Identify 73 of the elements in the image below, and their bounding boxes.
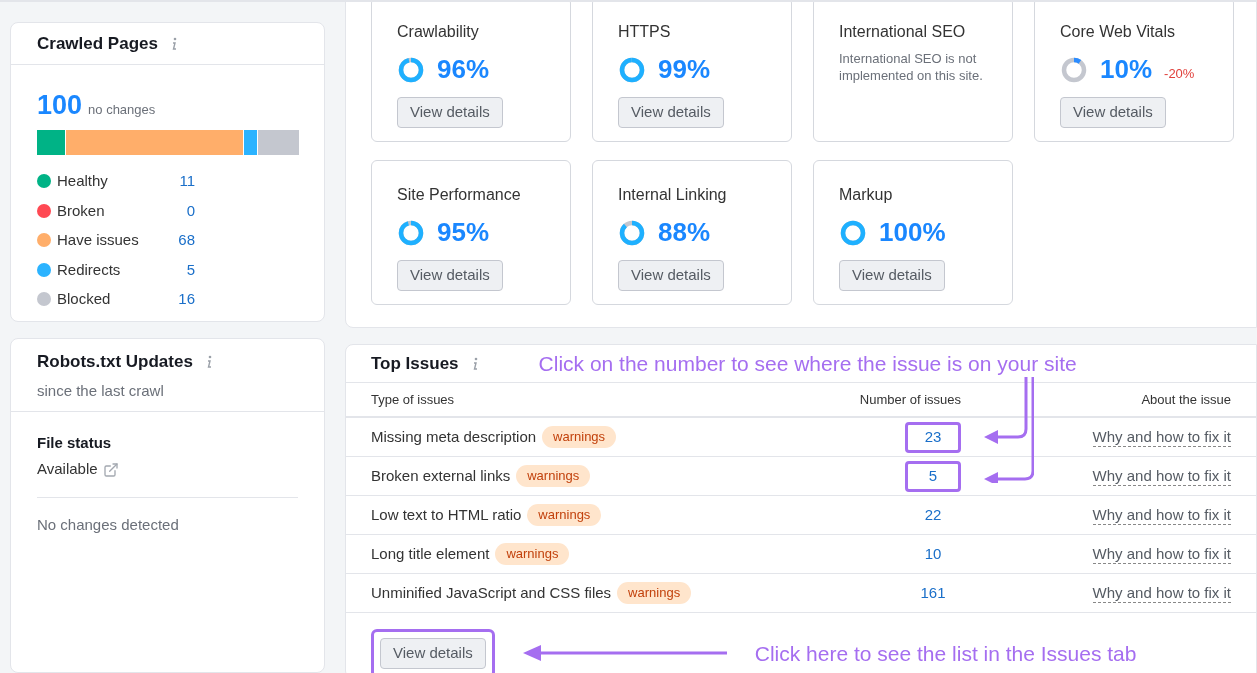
- legend-label: Blocked: [57, 289, 112, 309]
- donut-chart-icon: [618, 218, 646, 247]
- panel-title: Top Issues: [371, 352, 459, 375]
- issue-type: Unminified JavaScript and CSS files: [371, 582, 612, 603]
- score-change: -20%: [1164, 64, 1195, 83]
- warning-badge: warnings: [542, 426, 617, 448]
- legend-count[interactable]: 11: [161, 170, 195, 193]
- view-details-button[interactable]: View details: [618, 260, 724, 291]
- robots-note: No changes detected: [36, 514, 180, 535]
- card-title: Core Web Vitals: [1060, 22, 1176, 42]
- view-details-button[interactable]: View details: [397, 260, 503, 291]
- issue-type: Broken external links: [371, 465, 511, 486]
- score-value: 99%: [658, 53, 711, 86]
- issue-count[interactable]: 23: [905, 421, 961, 453]
- view-details-button[interactable]: View details: [1060, 97, 1166, 128]
- column-header: About the issue: [1140, 390, 1231, 409]
- warning-badge: warnings: [527, 504, 602, 526]
- legend-label: Broken: [57, 200, 106, 221]
- legend-count[interactable]: 5: [161, 258, 195, 281]
- file-status: Available: [37, 459, 98, 480]
- warning-badge: warnings: [516, 465, 591, 487]
- fix-link[interactable]: Why and how to fix it: [1092, 505, 1231, 525]
- card-title: Site Performance: [397, 185, 522, 205]
- issue-count[interactable]: 161: [905, 577, 961, 609]
- score-value: 95%: [437, 216, 490, 249]
- total-pages: 100: [37, 89, 83, 122]
- card-title: Robots.txt Updates: [37, 350, 193, 373]
- card-subtitle: since the last crawl: [37, 381, 165, 402]
- donut-chart-icon: [397, 218, 425, 247]
- legend-label: Have issues: [57, 230, 140, 250]
- issue-type: Missing meta description: [371, 426, 537, 447]
- donut-chart-icon: [618, 55, 646, 84]
- warning-badge: warnings: [617, 582, 692, 604]
- card-note: International SEO is not implemented on this site.: [839, 50, 984, 84]
- card-title: Crawled Pages: [37, 32, 158, 55]
- fix-link[interactable]: Why and how to fix it: [1092, 544, 1231, 564]
- annotation-text: Click on the number to see where the issue is on your site: [538, 350, 1077, 377]
- card-title: HTTPS: [618, 22, 672, 42]
- column-header: Number of issues: [858, 390, 961, 409]
- legend-count[interactable]: 0: [161, 199, 195, 222]
- change-label: no changes: [88, 101, 156, 119]
- external-link-icon[interactable]: [102, 461, 119, 478]
- score-value: 88%: [658, 216, 711, 249]
- donut-chart-icon: [839, 218, 867, 247]
- annotation-text: Click here to see the list in the Issues tab: [754, 640, 1137, 667]
- card-title: Internal Linking: [618, 185, 728, 205]
- issue-type: Low text to HTML ratio: [371, 504, 522, 525]
- legend-count[interactable]: 68: [161, 229, 195, 252]
- issue-count[interactable]: 5: [905, 460, 961, 492]
- issue-count[interactable]: 10: [905, 538, 961, 570]
- file-status-label: File status: [37, 432, 113, 453]
- card-title: International SEO: [839, 22, 967, 42]
- legend-count[interactable]: 16: [161, 288, 195, 311]
- column-header: Type of issues: [371, 390, 456, 409]
- fix-link[interactable]: Why and how to fix it: [1092, 583, 1231, 603]
- view-details-button[interactable]: View details: [380, 638, 486, 669]
- fix-link[interactable]: Why and how to fix it: [1092, 427, 1231, 447]
- card-title: Crawlability: [397, 22, 480, 42]
- legend-label: Healthy: [57, 171, 109, 191]
- view-details-button[interactable]: View details: [397, 97, 503, 128]
- score-value: 10%: [1100, 53, 1153, 86]
- warning-badge: warnings: [495, 543, 570, 565]
- donut-chart-icon: [397, 55, 425, 84]
- legend-label: Redirects: [57, 259, 122, 280]
- score-value: 96%: [437, 53, 490, 86]
- issue-type: Long title element: [371, 543, 490, 564]
- donut-chart-icon: [1060, 55, 1088, 84]
- fix-link[interactable]: Why and how to fix it: [1092, 466, 1231, 486]
- score-value: 100%: [879, 216, 946, 249]
- view-details-button[interactable]: View details: [839, 260, 945, 291]
- issue-count[interactable]: 22: [905, 499, 961, 531]
- view-details-button[interactable]: View details: [618, 97, 724, 128]
- card-title: Markup: [839, 185, 894, 205]
